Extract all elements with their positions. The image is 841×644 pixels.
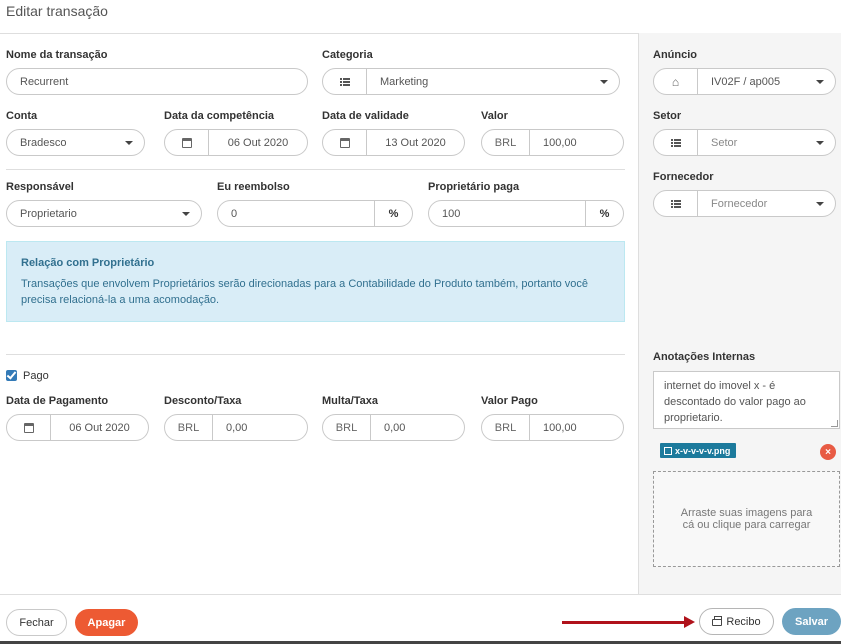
attached-file-tag[interactable]: x-v-v-v-v.png bbox=[660, 443, 737, 458]
proprietario-paga-value: 100 bbox=[442, 207, 461, 220]
anuncio-value: IV02F / ap005 bbox=[711, 75, 781, 88]
categoria-value: Marketing bbox=[380, 75, 429, 88]
chevron-down-icon bbox=[600, 79, 608, 84]
desconto-input[interactable]: BRL 0,00 bbox=[164, 414, 308, 441]
nome-input[interactable]: Recurrent bbox=[6, 68, 308, 95]
validade-value: 13 Out 2020 bbox=[385, 136, 446, 149]
calendar-icon bbox=[323, 130, 367, 155]
conta-select[interactable]: Bradesco bbox=[6, 129, 145, 156]
list-icon bbox=[654, 130, 698, 155]
validade-date-input[interactable]: 13 Out 2020 bbox=[322, 129, 465, 156]
image-file-icon bbox=[664, 446, 672, 455]
home-icon: ⌂ bbox=[654, 69, 698, 94]
chevron-down-icon bbox=[182, 211, 190, 216]
calendar-icon bbox=[165, 130, 209, 155]
multa-input[interactable]: BRL 0,00 bbox=[322, 414, 465, 441]
calendar-icon bbox=[7, 415, 51, 440]
pago-label: Pago bbox=[23, 370, 49, 382]
anotacoes-label: Anotações Internas bbox=[653, 351, 756, 363]
chevron-down-icon bbox=[816, 140, 824, 145]
section-divider bbox=[6, 354, 625, 355]
competencia-label: Data da competência bbox=[164, 110, 275, 122]
nome-value: Recurrent bbox=[20, 75, 69, 88]
percent-addon: % bbox=[585, 201, 623, 226]
responsavel-value: Proprietario bbox=[20, 207, 77, 220]
list-icon bbox=[654, 191, 698, 216]
reembolso-label: Eu reembolso bbox=[217, 181, 290, 193]
setor-label: Setor bbox=[653, 110, 682, 122]
valor-pago-input[interactable]: BRL 100,00 bbox=[481, 414, 624, 441]
categoria-label: Categoria bbox=[322, 49, 373, 61]
fornecedor-label: Fornecedor bbox=[653, 171, 714, 183]
currency-addon: BRL bbox=[323, 415, 371, 440]
fechar-button[interactable]: Fechar bbox=[6, 609, 67, 636]
percent-addon: % bbox=[374, 201, 412, 226]
setor-placeholder: Setor bbox=[711, 136, 738, 149]
anuncio-label: Anúncio bbox=[653, 49, 697, 61]
fornecedor-placeholder: Fornecedor bbox=[711, 197, 768, 210]
image-dropzone[interactable]: Arraste suas imagens para cá ou clique p… bbox=[653, 471, 840, 567]
setor-select[interactable]: Setor bbox=[653, 129, 836, 156]
resize-handle-icon[interactable] bbox=[831, 420, 838, 427]
competencia-value: 06 Out 2020 bbox=[227, 136, 289, 149]
anuncio-select[interactable]: ⌂ IV02F / ap005 bbox=[653, 68, 836, 95]
dropzone-text: Arraste suas imagens para cá ou clique p… bbox=[680, 507, 813, 531]
responsavel-label: Responsável bbox=[6, 181, 74, 193]
page-title: Editar transação bbox=[6, 3, 108, 19]
desconto-value: 0,00 bbox=[226, 421, 248, 434]
currency-addon: BRL bbox=[165, 415, 213, 440]
recibo-button[interactable]: Recibo bbox=[699, 608, 774, 635]
chevron-down-icon bbox=[816, 79, 824, 84]
proprietario-paga-label: Proprietário paga bbox=[428, 181, 520, 193]
data-pagamento-input[interactable]: 06 Out 2020 bbox=[6, 414, 149, 441]
salvar-button[interactable]: Salvar bbox=[782, 608, 841, 635]
attached-file-name: x-v-v-v-v.png bbox=[675, 445, 731, 456]
chevron-down-icon bbox=[125, 140, 133, 145]
fornecedor-select[interactable]: Fornecedor bbox=[653, 190, 836, 217]
desconto-label: Desconto/Taxa bbox=[164, 395, 242, 407]
annotation-arrow bbox=[562, 616, 695, 628]
valor-input[interactable]: BRL 100,00 bbox=[481, 129, 624, 156]
anotacoes-textarea[interactable]: internet do imovel x - é descontado do v… bbox=[653, 371, 840, 429]
pago-checkbox[interactable] bbox=[6, 370, 17, 381]
valor-value: 100,00 bbox=[543, 136, 577, 149]
nome-label: Nome da transação bbox=[6, 49, 108, 61]
apagar-button[interactable]: Apagar bbox=[75, 609, 138, 636]
section-divider bbox=[6, 169, 625, 170]
currency-addon: BRL bbox=[482, 415, 530, 440]
recibo-label: Recibo bbox=[726, 615, 761, 628]
data-pagamento-label: Data de Pagamento bbox=[6, 395, 109, 407]
proprietario-paga-input[interactable]: 100 % bbox=[428, 200, 624, 227]
printer-icon bbox=[712, 616, 723, 626]
anotacoes-value: internet do imovel x - é descontado do v… bbox=[664, 380, 806, 424]
alert-text: Transações que envolvem Proprietários se… bbox=[21, 278, 589, 306]
remove-file-button[interactable]: × bbox=[820, 444, 836, 460]
validade-label: Data de validade bbox=[322, 110, 409, 122]
multa-label: Multa/Taxa bbox=[322, 395, 379, 407]
valor-pago-label: Valor Pago bbox=[481, 395, 538, 407]
footer-divider bbox=[0, 594, 841, 595]
conta-label: Conta bbox=[6, 110, 38, 122]
header-divider bbox=[0, 33, 638, 34]
reembolso-input[interactable]: 0 % bbox=[217, 200, 413, 227]
valor-label: Valor bbox=[481, 110, 508, 122]
data-pagamento-value: 06 Out 2020 bbox=[69, 421, 130, 434]
chevron-down-icon bbox=[816, 201, 824, 206]
valor-pago-value: 100,00 bbox=[543, 421, 577, 434]
alert-heading: Relação com Proprietário bbox=[21, 257, 155, 269]
list-icon bbox=[323, 69, 367, 94]
reembolso-value: 0 bbox=[231, 207, 238, 220]
multa-value: 0,00 bbox=[384, 421, 406, 434]
competencia-date-input[interactable]: 06 Out 2020 bbox=[164, 129, 308, 156]
categoria-select[interactable]: Marketing bbox=[322, 68, 620, 95]
responsavel-select[interactable]: Proprietario bbox=[6, 200, 202, 227]
currency-addon: BRL bbox=[482, 130, 530, 155]
owner-relation-alert: Relação com Proprietário Transações que … bbox=[6, 241, 625, 322]
conta-value: Bradesco bbox=[20, 136, 67, 149]
